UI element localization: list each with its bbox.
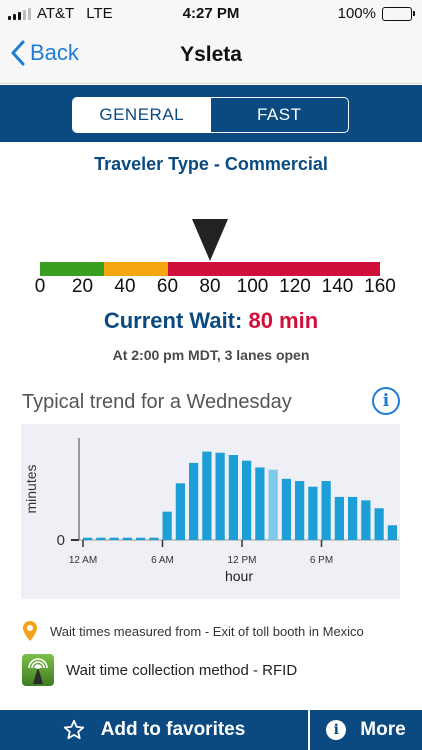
back-label: Back [30,40,79,65]
status-right: 100% [337,5,415,22]
trend-title: Typical trend for a Wednesday [22,391,292,413]
trend-bar [175,483,185,540]
gauge-tick-label: 160 [364,276,396,297]
trend-bar [308,486,318,540]
segment-fast[interactable]: FAST [211,98,349,132]
lane-type-segmented-control: GENERAL FAST [72,97,349,133]
segment-band: GENERAL FAST [0,85,422,142]
more-button[interactable]: i More [310,710,422,750]
trend-bar [281,478,291,540]
trend-bar [374,508,384,540]
add-to-favorites-label: Add to favorites [100,719,246,740]
trend-bar [361,500,371,540]
trend-chart: 0 minutes 12 AM 6 AM 12 PM 6 PM hour [21,424,400,599]
trend-bar [189,462,199,540]
gauge-pointer-icon [192,219,228,261]
trend-bar [387,525,397,540]
x-tick-label: 6 PM [310,555,333,566]
x-axis-title: hour [225,568,253,584]
star-outline-icon [63,719,84,740]
segment-general[interactable]: GENERAL [73,98,211,132]
y-axis-title: minutes [23,464,39,513]
measured-from-text: Wait times measured from - Exit of toll … [50,623,364,639]
x-tick-label: 6 AM [151,555,174,566]
trend-bar [295,481,305,540]
gauge-tick-label: 100 [236,276,269,297]
current-wait-label: Current Wait: [103,308,243,333]
current-wait-value: 80 min [248,308,319,333]
gauge-tick-label: 80 [199,276,221,297]
x-tick-label: 12 PM [228,555,257,566]
gauge-tick-label: 120 [279,276,311,297]
collection-method-text: Wait time collection method - RFID [66,661,298,679]
chevron-left-icon [11,40,25,66]
wait-detail: At 2:00 pm MDT, 3 lanes open [112,347,310,363]
y-tick-label: 0 [57,532,65,549]
trend-bar [122,537,132,540]
gauge-segment [167,262,380,276]
trend-chart-svg: 0 minutes 12 AM 6 AM 12 PM 6 PM hour [23,438,399,584]
trend-bar [255,467,265,540]
navigation-bar: Back Ysleta [0,28,422,84]
collection-method-row: Wait time collection method - RFID [22,654,297,686]
trend-bar [109,537,119,540]
trend-bar [268,469,278,540]
trend-bar [321,481,331,540]
trend-bar [228,455,238,540]
trend-bar [136,537,146,540]
trend-bar [334,496,344,540]
gauge-tick-label: 20 [71,276,94,297]
trend-bar [83,537,93,540]
current-wait: Current Wait: 80 min [0,308,422,334]
trend-bar [162,511,172,540]
back-button[interactable]: Back [10,40,79,66]
trend-bar [348,496,358,540]
rfid-tower-icon [22,654,54,686]
battery-icon [382,6,415,21]
gauge-tick-label: 40 [114,276,136,297]
trend-bar [149,537,159,540]
gauge-tick-label: 140 [321,276,354,297]
traveler-type-heading: Traveler Type - Commercial [94,154,328,174]
wait-gauge: 0 20 40 60 80 100 120 140 160 [30,218,396,300]
add-to-favorites-button[interactable]: Add to favorites [0,710,308,750]
gauge-tick-label: 60 [156,276,179,297]
info-button[interactable]: i [372,387,400,415]
bottom-action-bar: Add to favorites i More [0,710,422,750]
info-icon: i [382,391,390,411]
x-tick-label: 12 AM [69,555,97,566]
gauge-segment [103,262,168,276]
trend-bar [242,460,252,540]
status-bar: AT&T LTE 4:27 PM 100% [0,0,422,28]
more-label: More [360,719,406,740]
battery-percent: 100% [337,5,376,22]
trend-bar [215,452,225,540]
info-filled-icon: i [326,720,347,740]
trend-bar [202,451,212,540]
location-pin-icon [23,621,37,641]
measured-from-row: Wait times measured from - Exit of toll … [22,620,364,642]
gauge-segment [40,262,104,276]
trend-bar [96,537,106,540]
gauge-tick-label: 0 [34,276,46,297]
